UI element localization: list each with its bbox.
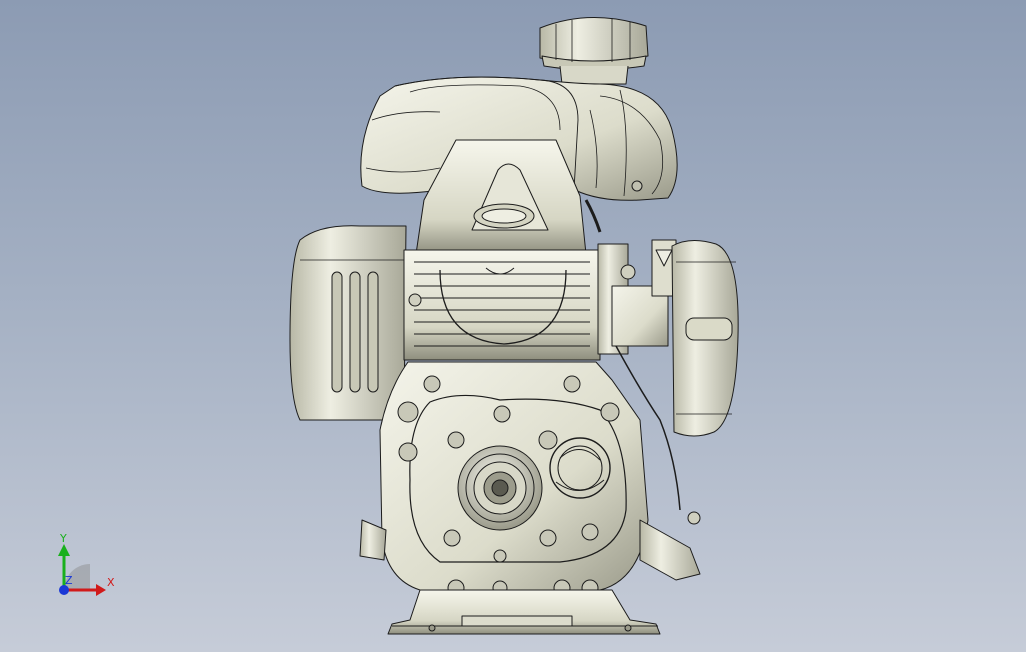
cad-3d-viewport[interactable]: Y X Z	[0, 0, 1026, 652]
x-axis-arrowhead	[96, 584, 106, 596]
y-axis-arrowhead	[58, 544, 70, 556]
engine-3d-model[interactable]	[0, 0, 1026, 652]
y-axis-label: Y	[59, 532, 67, 545]
x-axis-label: X	[107, 576, 115, 589]
crankshaft-hub	[457, 445, 543, 531]
z-axis-label: Z	[65, 574, 73, 587]
muffler	[289, 225, 407, 421]
coordinate-triad: Y X Z	[58, 532, 115, 596]
air-cleaner-cap	[539, 16, 649, 85]
cylinder-fins	[403, 249, 601, 361]
recoil-starter	[671, 240, 739, 437]
mounting-base	[387, 589, 661, 635]
